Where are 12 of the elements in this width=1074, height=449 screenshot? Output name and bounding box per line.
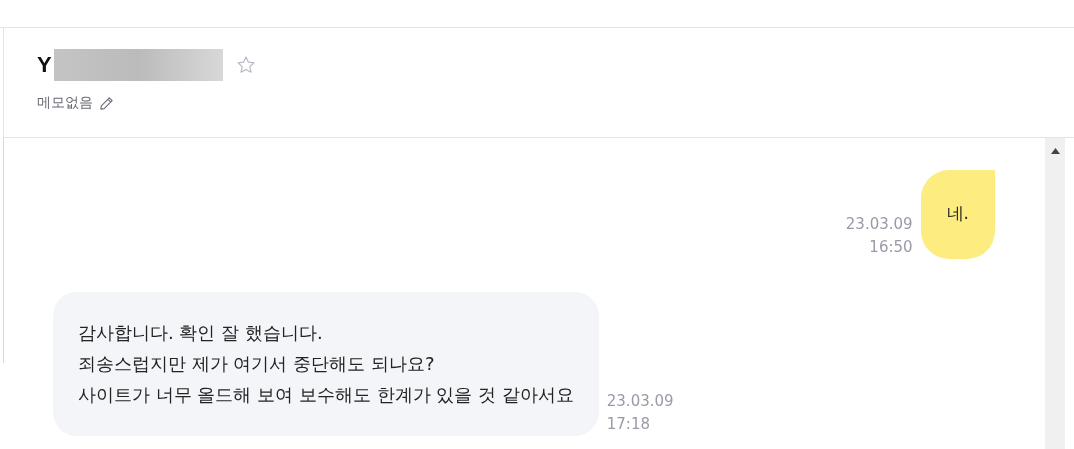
pencil-icon[interactable] [99, 95, 114, 111]
contact-name: Y [37, 52, 52, 78]
message-date: 23.03.09 [845, 214, 913, 235]
received-message-bubble: 감사합니다. 확인 잘 했습니다. 죄송스럽지만 제가 여기서 중단해도 되나요? 사이트가 너무 올드해 보여 보수해도 한계가 있을 것 같아서요 [53, 292, 599, 436]
message-time: 17:18 [606, 414, 650, 435]
memo-text: 메모없음 [37, 94, 93, 112]
message-date: 23.03.09 [606, 391, 674, 412]
sent-message-bubble: 네. [920, 170, 995, 259]
scrollbar[interactable] [1045, 138, 1065, 449]
message-time: 16:50 [869, 237, 913, 258]
star-icon[interactable] [235, 55, 256, 75]
scroll-up-icon[interactable] [1050, 148, 1060, 154]
